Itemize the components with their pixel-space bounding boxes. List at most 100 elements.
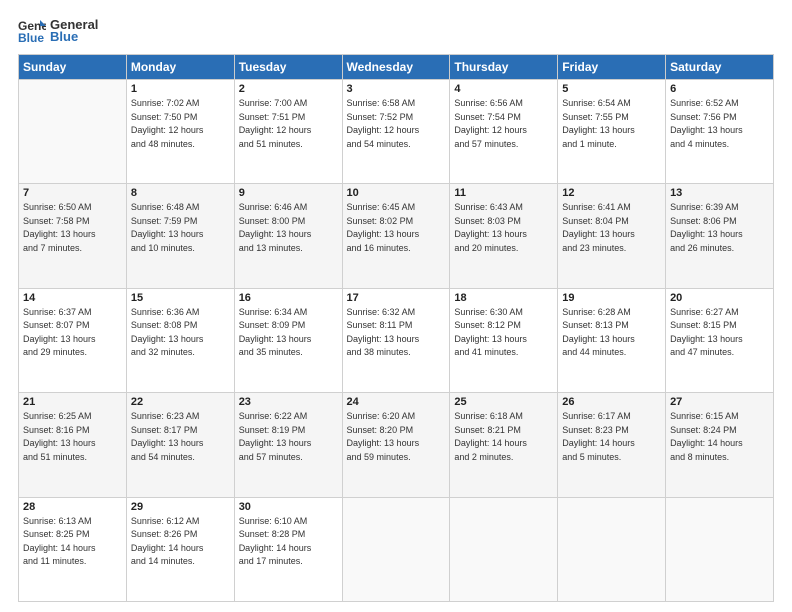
day-info: Sunrise: 6:17 AMSunset: 8:23 PMDaylight:…: [562, 411, 635, 462]
day-number: 4: [454, 83, 553, 95]
day-info: Sunrise: 6:39 AMSunset: 8:06 PMDaylight:…: [670, 202, 743, 253]
day-info: Sunrise: 6:30 AMSunset: 8:12 PMDaylight:…: [454, 307, 527, 358]
table-row: 19 Sunrise: 6:28 AMSunset: 8:13 PMDayligh…: [558, 288, 666, 392]
day-info: Sunrise: 6:58 AMSunset: 7:52 PMDaylight:…: [347, 98, 420, 149]
col-saturday: Saturday: [666, 55, 774, 80]
table-row: 8 Sunrise: 6:48 AMSunset: 7:59 PMDaylight…: [126, 184, 234, 288]
day-info: Sunrise: 6:15 AMSunset: 8:24 PMDaylight:…: [670, 411, 743, 462]
day-number: 8: [131, 187, 230, 199]
day-number: 7: [23, 187, 122, 199]
table-row: 5 Sunrise: 6:54 AMSunset: 7:55 PMDaylight…: [558, 80, 666, 184]
table-row: 17 Sunrise: 6:32 AMSunset: 8:11 PMDayligh…: [342, 288, 450, 392]
calendar-week-row: 14 Sunrise: 6:37 AMSunset: 8:07 PMDayligh…: [19, 288, 774, 392]
col-sunday: Sunday: [19, 55, 127, 80]
table-row: 15 Sunrise: 6:36 AMSunset: 8:08 PMDayligh…: [126, 288, 234, 392]
day-info: Sunrise: 6:54 AMSunset: 7:55 PMDaylight:…: [562, 98, 635, 149]
day-number: 30: [239, 501, 338, 513]
table-row: 13 Sunrise: 6:39 AMSunset: 8:06 PMDayligh…: [666, 184, 774, 288]
day-number: 29: [131, 501, 230, 513]
day-number: 16: [239, 292, 338, 304]
day-info: Sunrise: 7:02 AMSunset: 7:50 PMDaylight:…: [131, 98, 204, 149]
table-row: 4 Sunrise: 6:56 AMSunset: 7:54 PMDaylight…: [450, 80, 558, 184]
calendar-header-row: Sunday Monday Tuesday Wednesday Thursday…: [19, 55, 774, 80]
table-row: 7 Sunrise: 6:50 AMSunset: 7:58 PMDaylight…: [19, 184, 127, 288]
table-row: 2 Sunrise: 7:00 AMSunset: 7:51 PMDaylight…: [234, 80, 342, 184]
day-number: 10: [347, 187, 446, 199]
table-row: [450, 497, 558, 601]
col-wednesday: Wednesday: [342, 55, 450, 80]
table-row: 6 Sunrise: 6:52 AMSunset: 7:56 PMDaylight…: [666, 80, 774, 184]
page-header: General Blue General Blue: [18, 16, 774, 44]
day-info: Sunrise: 6:48 AMSunset: 7:59 PMDaylight:…: [131, 202, 204, 253]
table-row: [342, 497, 450, 601]
day-number: 12: [562, 187, 661, 199]
day-number: 2: [239, 83, 338, 95]
table-row: 30Sunrise: 6:10 AMSunset: 8:28 PMDayligh…: [234, 497, 342, 601]
day-number: 5: [562, 83, 661, 95]
day-number: 25: [454, 396, 553, 408]
day-info: Sunrise: 6:52 AMSunset: 7:56 PMDaylight:…: [670, 98, 743, 149]
table-row: 3 Sunrise: 6:58 AMSunset: 7:52 PMDaylight…: [342, 80, 450, 184]
table-row: 20 Sunrise: 6:27 AMSunset: 8:15 PMDayligh…: [666, 288, 774, 392]
day-number: 17: [347, 292, 446, 304]
day-number: 6: [670, 83, 769, 95]
col-monday: Monday: [126, 55, 234, 80]
day-number: 3: [347, 83, 446, 95]
day-info: Sunrise: 6:25 AMSunset: 8:16 PMDaylight:…: [23, 411, 96, 462]
day-info: Sunrise: 6:46 AMSunset: 8:00 PMDaylight:…: [239, 202, 312, 253]
table-row: 29 Sunrise: 6:12 AMSunset: 8:26 PMDayligh…: [126, 497, 234, 601]
day-info: Sunrise: 6:37 AMSunset: 8:07 PMDaylight:…: [23, 307, 96, 358]
col-tuesday: Tuesday: [234, 55, 342, 80]
table-row: [666, 497, 774, 601]
day-info: Sunrise: 6:43 AMSunset: 8:03 PMDaylight:…: [454, 202, 527, 253]
day-info: Sunrise: 6:41 AMSunset: 8:04 PMDaylight:…: [562, 202, 635, 253]
calendar-week-row: 28 Sunrise: 6:13 AMSunset: 8:25 PMDayligh…: [19, 497, 774, 601]
day-info: Sunrise: 6:50 AMSunset: 7:58 PMDaylight:…: [23, 202, 96, 253]
day-number: 18: [454, 292, 553, 304]
table-row: 10 Sunrise: 6:45 AMSunset: 8:02 PMDayligh…: [342, 184, 450, 288]
day-info: Sunrise: 7:00 AMSunset: 7:51 PMDaylight:…: [239, 98, 312, 149]
day-info: Sunrise: 6:27 AMSunset: 8:15 PMDaylight:…: [670, 307, 743, 358]
day-number: 9: [239, 187, 338, 199]
table-row: 27 Sunrise: 6:15 AMSunset: 8:24 PMDayligh…: [666, 393, 774, 497]
day-number: 19: [562, 292, 661, 304]
day-number: 11: [454, 187, 553, 199]
day-info: Sunrise: 6:22 AMSunset: 8:19 PMDaylight:…: [239, 411, 312, 462]
day-number: 20: [670, 292, 769, 304]
table-row: 23Sunrise: 6:22 AMSunset: 8:19 PMDayligh…: [234, 393, 342, 497]
day-info: Sunrise: 6:18 AMSunset: 8:21 PMDaylight:…: [454, 411, 527, 462]
day-info: Sunrise: 6:45 AMSunset: 8:02 PMDaylight:…: [347, 202, 420, 253]
day-number: 13: [670, 187, 769, 199]
calendar-table: Sunday Monday Tuesday Wednesday Thursday…: [18, 54, 774, 602]
table-row: 1Sunrise: 7:02 AMSunset: 7:50 PMDaylight…: [126, 80, 234, 184]
day-info: Sunrise: 6:32 AMSunset: 8:11 PMDaylight:…: [347, 307, 420, 358]
day-number: 28: [23, 501, 122, 513]
table-row: 26Sunrise: 6:17 AMSunset: 8:23 PMDayligh…: [558, 393, 666, 497]
logo-icon: General Blue: [18, 16, 46, 44]
table-row: 25 Sunrise: 6:18 AMSunset: 8:21 PMDayligh…: [450, 393, 558, 497]
day-number: 22: [131, 396, 230, 408]
day-info: Sunrise: 6:56 AMSunset: 7:54 PMDaylight:…: [454, 98, 527, 149]
day-info: Sunrise: 6:34 AMSunset: 8:09 PMDaylight:…: [239, 307, 312, 358]
table-row: [558, 497, 666, 601]
day-info: Sunrise: 6:36 AMSunset: 8:08 PMDaylight:…: [131, 307, 204, 358]
day-number: 14: [23, 292, 122, 304]
calendar-week-row: 21 Sunrise: 6:25 AMSunset: 8:16 PMDayligh…: [19, 393, 774, 497]
logo: General Blue General Blue: [18, 16, 98, 44]
day-number: 21: [23, 396, 122, 408]
table-row: [19, 80, 127, 184]
day-number: 27: [670, 396, 769, 408]
day-info: Sunrise: 6:13 AMSunset: 8:25 PMDaylight:…: [23, 516, 96, 567]
table-row: 18 Sunrise: 6:30 AMSunset: 8:12 PMDayligh…: [450, 288, 558, 392]
calendar-week-row: 1Sunrise: 7:02 AMSunset: 7:50 PMDaylight…: [19, 80, 774, 184]
svg-text:Blue: Blue: [18, 31, 44, 44]
col-friday: Friday: [558, 55, 666, 80]
table-row: 11 Sunrise: 6:43 AMSunset: 8:03 PMDayligh…: [450, 184, 558, 288]
day-number: 15: [131, 292, 230, 304]
table-row: 9 Sunrise: 6:46 AMSunset: 8:00 PMDaylight…: [234, 184, 342, 288]
table-row: 14 Sunrise: 6:37 AMSunset: 8:07 PMDayligh…: [19, 288, 127, 392]
day-info: Sunrise: 6:12 AMSunset: 8:26 PMDaylight:…: [131, 516, 204, 567]
day-info: Sunrise: 6:28 AMSunset: 8:13 PMDaylight:…: [562, 307, 635, 358]
day-number: 24: [347, 396, 446, 408]
table-row: 22Sunrise: 6:23 AMSunset: 8:17 PMDayligh…: [126, 393, 234, 497]
